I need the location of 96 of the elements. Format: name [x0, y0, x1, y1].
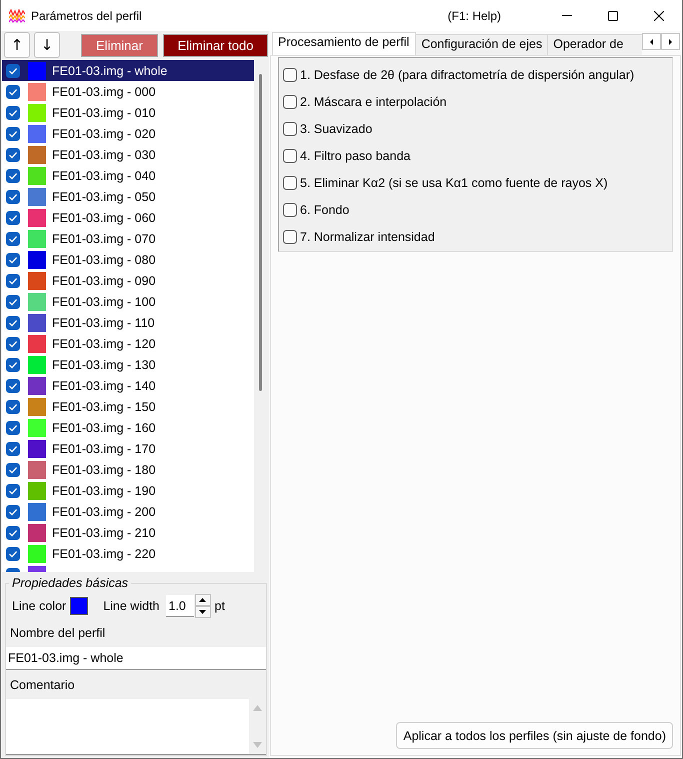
profile-list-item[interactable]: FE01-03.img - 060 [2, 207, 254, 228]
tab[interactable]: Configuración de ejes [415, 34, 548, 55]
checkbox[interactable] [6, 546, 20, 560]
checkbox[interactable] [6, 294, 20, 308]
spin-up-button[interactable] [194, 594, 210, 606]
maximize-icon [608, 10, 618, 20]
profile-list-item[interactable]: FE01-03.img - 130 [2, 354, 254, 375]
profile-list-item[interactable]: FE01-03.img - 180 [2, 459, 254, 480]
line-color-label: Line color [12, 599, 66, 613]
checkbox[interactable] [6, 106, 20, 120]
checkbox[interactable] [6, 358, 20, 372]
checkbox[interactable] [6, 316, 20, 330]
checkbox[interactable] [283, 148, 297, 162]
checkbox[interactable] [6, 378, 20, 392]
option-label: 2. Máscara e interpolación [300, 94, 447, 108]
waveform-icon [9, 8, 25, 22]
profile-list-item[interactable]: FE01-03.img - 190 [2, 480, 254, 501]
close-icon [654, 10, 664, 20]
profile-list-item[interactable]: FE01-03.img - 080 [2, 249, 254, 270]
checkbox[interactable] [6, 232, 20, 246]
checkbox[interactable] [6, 64, 20, 78]
profile-list-item[interactable]: FE01-03.img - 070 [2, 228, 254, 249]
profile-list-item[interactable]: FE01-03.img - 140 [2, 375, 254, 396]
profile-list-item[interactable]: FE01-03.img - 020 [2, 123, 254, 144]
caret-up-icon [199, 598, 206, 602]
caret-down-icon [199, 610, 206, 614]
profile-list-item[interactable]: FE01-03.img - 160 [2, 417, 254, 438]
option-label: 3. Suavizado [300, 122, 372, 136]
line-width-label: Line width [103, 599, 160, 613]
unit-label: pt [214, 599, 225, 613]
move-up-button[interactable]: ↑ [4, 32, 30, 58]
checkbox[interactable] [283, 94, 297, 108]
group-title: Propiedades básicas [11, 576, 130, 590]
checkbox[interactable] [283, 176, 297, 190]
option-label: 4. Filtro paso banda [300, 148, 410, 162]
checkbox[interactable] [6, 210, 20, 224]
checkbox[interactable] [6, 126, 20, 140]
comment-field[interactable] [6, 699, 266, 755]
help-hint: (F1: Help) [448, 8, 501, 22]
tab-scroll-left-button[interactable] [642, 33, 661, 50]
color-swatch-icon[interactable] [70, 597, 88, 615]
checkbox[interactable] [283, 202, 297, 216]
checkbox[interactable] [6, 252, 20, 266]
checkbox[interactable] [6, 526, 20, 540]
profile-list-item[interactable]: FE01-03.img - 090 [2, 270, 254, 291]
profile-list-item[interactable]: FE01-03.img - 030 [2, 144, 254, 165]
profile-name-field[interactable]: FE01-03.img - whole [6, 647, 266, 670]
checkbox[interactable] [6, 504, 20, 518]
minimize-icon [562, 15, 572, 16]
profile-list-item[interactable]: FE01-03.img - whole [2, 60, 254, 81]
profile-list-item[interactable]: FE01-03.img - 220 [2, 543, 254, 564]
tab-scroll-right-button[interactable] [661, 33, 680, 50]
checkbox[interactable] [6, 462, 20, 476]
profile-name-label: Nombre del perfil [9, 625, 106, 641]
checkbox[interactable] [6, 420, 20, 434]
tab[interactable]: Procesamiento de perfil [272, 32, 416, 55]
window-title: Parámetros del perfil [31, 8, 142, 22]
profile-list-item[interactable]: FE01-03.img - 050 [2, 186, 254, 207]
checkbox[interactable] [6, 484, 20, 498]
option-label: 1. Desfase de 2θ (para difractometría de dispersión angular) [300, 68, 634, 82]
checkbox[interactable] [6, 336, 20, 350]
comment-label: Comentario [9, 677, 76, 693]
checkbox[interactable] [6, 274, 20, 288]
profile-list-item[interactable]: FE01-03.img - 010 [2, 102, 254, 123]
line-width-field[interactable]: 1.0 [166, 595, 194, 617]
scrollbar-thumb[interactable] [259, 74, 262, 391]
profile-list-item[interactable]: FE01-03.img - 170 [2, 438, 254, 459]
tab[interactable]: Operador de [547, 34, 642, 55]
checkbox[interactable] [283, 230, 297, 244]
profile-list-item[interactable]: FE01-03.img - 120 [2, 333, 254, 354]
option-label: 7. Normalizar intensidad [300, 230, 435, 244]
caret-right-icon [669, 38, 672, 44]
scrollbar[interactable] [254, 60, 267, 572]
profile-list-item[interactable]: FE01-03.img - 210 [2, 522, 254, 543]
profile-list-item[interactable]: FE01-03.img - 150 [2, 396, 254, 417]
apply-all-button[interactable]: Aplicar a todos los perfiles (sin ajuste de fondo) [396, 722, 673, 749]
delete-button[interactable]: Eliminar [81, 34, 158, 56]
profile-list-item[interactable]: FE01-03.img - 100 [2, 291, 254, 312]
caret-left-icon [650, 38, 653, 44]
checkbox[interactable] [6, 84, 20, 98]
checkbox[interactable] [6, 190, 20, 204]
checkbox[interactable] [6, 148, 20, 162]
profile-list-item[interactable]: FE01-03.img - 040 [2, 165, 254, 186]
option-label: 5. Eliminar Kα2 (si se usa Kα1 como fuente de rayos X) [300, 176, 608, 190]
delete-all-button[interactable]: Eliminar todo [163, 34, 268, 56]
checkbox[interactable] [283, 68, 297, 82]
checkbox[interactable] [6, 168, 20, 182]
option-label: 6. Fondo [300, 202, 350, 216]
checkbox[interactable] [6, 400, 20, 414]
profile-list-item[interactable]: FE01-03.img - 200 [2, 501, 254, 522]
profile-list-item[interactable]: FE01-03.img - 110 [2, 312, 254, 333]
move-down-button[interactable]: ↓ [34, 32, 60, 58]
spin-down-button[interactable] [194, 606, 210, 618]
checkbox[interactable] [6, 442, 20, 456]
checkbox[interactable] [283, 122, 297, 136]
profile-list-item[interactable]: FE01-03.img - 000 [2, 81, 254, 102]
